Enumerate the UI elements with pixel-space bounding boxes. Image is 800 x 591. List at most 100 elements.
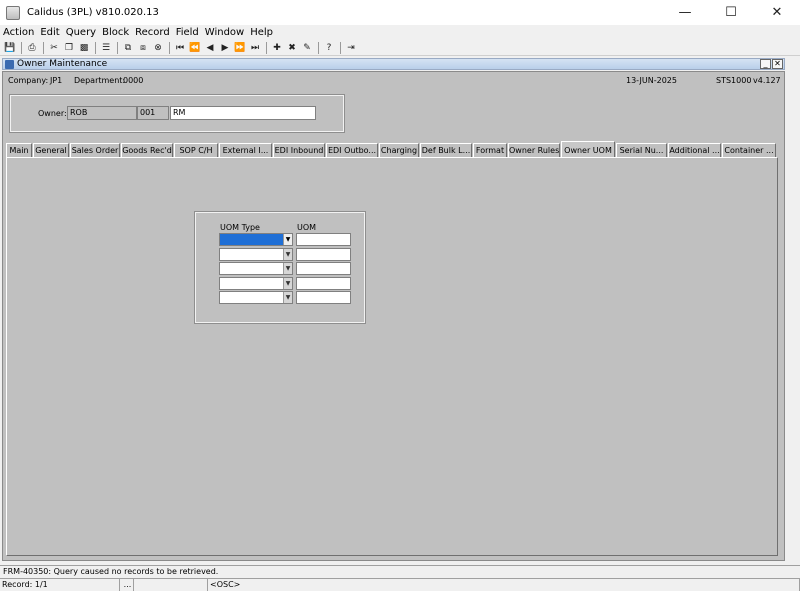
print-icon[interactable]: ⎙ <box>26 42 38 54</box>
menu-window[interactable]: Window <box>205 27 244 38</box>
chevron-down-icon[interactable]: ▼ <box>283 249 292 260</box>
menu-field[interactable]: Field <box>176 27 199 38</box>
tab-charging[interactable]: Charging <box>379 143 419 158</box>
uom-cell[interactable] <box>296 277 351 290</box>
first-record-icon[interactable]: ⏮ <box>174 42 186 54</box>
tab-external[interactable]: External I... <box>219 143 272 158</box>
previous-set-icon[interactable]: ⏪ <box>189 42 201 54</box>
info-bar: Company: JP1 Department: 0000 13-JUN-202… <box>4 74 781 86</box>
screen-id: STS1000 <box>716 76 752 85</box>
menu-record[interactable]: Record <box>135 27 170 38</box>
window-title: Calidus (3PL) v810.020.13 <box>27 7 159 18</box>
chevron-down-icon[interactable]: ▼ <box>283 234 292 245</box>
uom-type-combo[interactable]: ▼ <box>219 291 293 304</box>
version-label: v4.127 <box>753 76 781 85</box>
mode-indicator: <OSC> <box>208 579 800 591</box>
paste-icon[interactable]: ▩ <box>78 42 90 54</box>
menu-edit[interactable]: Edit <box>40 27 59 38</box>
form-close-button[interactable]: ✕ <box>772 59 783 69</box>
tab-container[interactable]: Container ... <box>722 143 776 158</box>
save-icon[interactable]: 💾 <box>4 42 16 54</box>
message-line: FRM-40350: Query caused no records to be… <box>0 565 800 577</box>
tab-edi-inbound[interactable]: EDI Inbound <box>273 143 325 158</box>
tab-panel-owner-uom <box>6 157 778 556</box>
toolbar-separator <box>43 41 44 54</box>
insert-record-icon[interactable]: ✚ <box>271 42 283 54</box>
tab-format[interactable]: Format <box>473 143 507 158</box>
menu-bar: Action Edit Query Block Record Field Win… <box>0 25 800 40</box>
uom-type-combo[interactable]: ▼ <box>219 233 293 246</box>
tab-edi-outbound[interactable]: EDI Outbo... <box>326 143 378 158</box>
window-titlebar: Calidus (3PL) v810.020.13 — ☐ ✕ <box>0 0 800 25</box>
chevron-down-icon[interactable]: ▼ <box>283 292 292 303</box>
list-indicator: ... <box>120 579 134 591</box>
record-indicator: Record: 1/1 <box>0 579 120 591</box>
chevron-down-icon[interactable]: ▼ <box>283 278 292 289</box>
form-titlebar: Owner Maintenance _ ✕ <box>2 58 785 70</box>
chevron-down-icon[interactable]: ▼ <box>283 263 292 274</box>
uom-cell[interactable] <box>296 262 351 275</box>
list-icon[interactable]: ☰ <box>100 42 112 54</box>
department-label: Department: <box>74 76 126 85</box>
paste-record-icon[interactable]: ⧈ <box>137 42 149 54</box>
next-set-icon[interactable]: ⏩ <box>234 42 246 54</box>
delete-record-icon[interactable]: ✖ <box>286 42 298 54</box>
menu-action[interactable]: Action <box>3 27 34 38</box>
toolbar-separator <box>266 41 267 54</box>
uom-header: UOM <box>297 223 317 232</box>
department-value: 0000 <box>123 76 144 85</box>
toolbar-separator <box>169 41 170 54</box>
tab-owner-rules[interactable]: Owner Rules <box>508 143 560 158</box>
toolbar-separator <box>117 41 118 54</box>
uom-cell[interactable] <box>296 291 351 304</box>
company-label: Company: <box>8 76 49 85</box>
tab-sop-ch[interactable]: SOP C/H <box>174 143 218 158</box>
previous-record-icon[interactable]: ◀ <box>204 42 216 54</box>
uom-cell[interactable] <box>296 248 351 261</box>
cut-icon[interactable]: ✂ <box>48 42 60 54</box>
copy-record-icon[interactable]: ⧉ <box>122 42 134 54</box>
owner-name-field[interactable]: RM <box>170 106 316 120</box>
last-record-icon[interactable]: ⏭ <box>249 42 261 54</box>
toolbar: 💾 ⎙ ✂ ❐ ▩ ☰ ⧉ ⧈ ⊗ ⏮ ⏪ ◀ ▶ ⏩ ⏭ ✚ ✖ ✎ ? ⇥ <box>0 40 800 56</box>
uom-cell[interactable] <box>296 233 351 246</box>
toolbar-separator <box>340 41 341 54</box>
menu-query[interactable]: Query <box>66 27 96 38</box>
owner-label: Owner: <box>38 109 67 118</box>
toolbar-separator <box>318 41 319 54</box>
clear-record-icon[interactable]: ⊗ <box>152 42 164 54</box>
uom-type-combo[interactable]: ▼ <box>219 262 293 275</box>
exit-icon[interactable]: ⇥ <box>345 42 357 54</box>
copy-icon[interactable]: ❐ <box>63 42 75 54</box>
tab-goods-recd[interactable]: Goods Rec'd <box>121 143 173 158</box>
status-cell-empty <box>134 579 208 591</box>
menu-block[interactable]: Block <box>102 27 129 38</box>
clear-icon[interactable]: ✎ <box>301 42 313 54</box>
date-display: 13-JUN-2025 <box>626 76 677 85</box>
uom-type-header: UOM Type <box>220 223 260 232</box>
close-button[interactable]: ✕ <box>754 0 800 25</box>
tab-serial-numbers[interactable]: Serial Nu... <box>616 143 667 158</box>
uom-type-combo[interactable]: ▼ <box>219 248 293 261</box>
form-minimize-button[interactable]: _ <box>760 59 771 69</box>
menu-help[interactable]: Help <box>250 27 273 38</box>
tab-def-bulk[interactable]: Def Bulk L... <box>420 143 472 158</box>
company-value: JP1 <box>50 76 63 85</box>
status-bar: Record: 1/1 ... <OSC> <box>0 578 800 591</box>
uom-type-combo[interactable]: ▼ <box>219 277 293 290</box>
tab-general[interactable]: General <box>33 143 69 158</box>
next-record-icon[interactable]: ▶ <box>219 42 231 54</box>
toolbar-separator <box>95 41 96 54</box>
owner-number-field[interactable]: 001 <box>137 106 169 120</box>
tab-sales-order[interactable]: Sales Order <box>70 143 120 158</box>
minimize-button[interactable]: — <box>662 0 708 25</box>
form-icon <box>5 59 14 69</box>
right-scroll-area <box>786 58 800 561</box>
owner-group: Owner: ROB 001 RM <box>9 94 345 133</box>
tab-additional[interactable]: Additional ... <box>668 143 721 158</box>
toolbar-separator <box>21 41 22 54</box>
help-icon[interactable]: ? <box>323 42 335 54</box>
tab-main[interactable]: Main <box>6 143 32 158</box>
maximize-button[interactable]: ☐ <box>708 0 754 25</box>
owner-code-field[interactable]: ROB <box>67 106 137 120</box>
